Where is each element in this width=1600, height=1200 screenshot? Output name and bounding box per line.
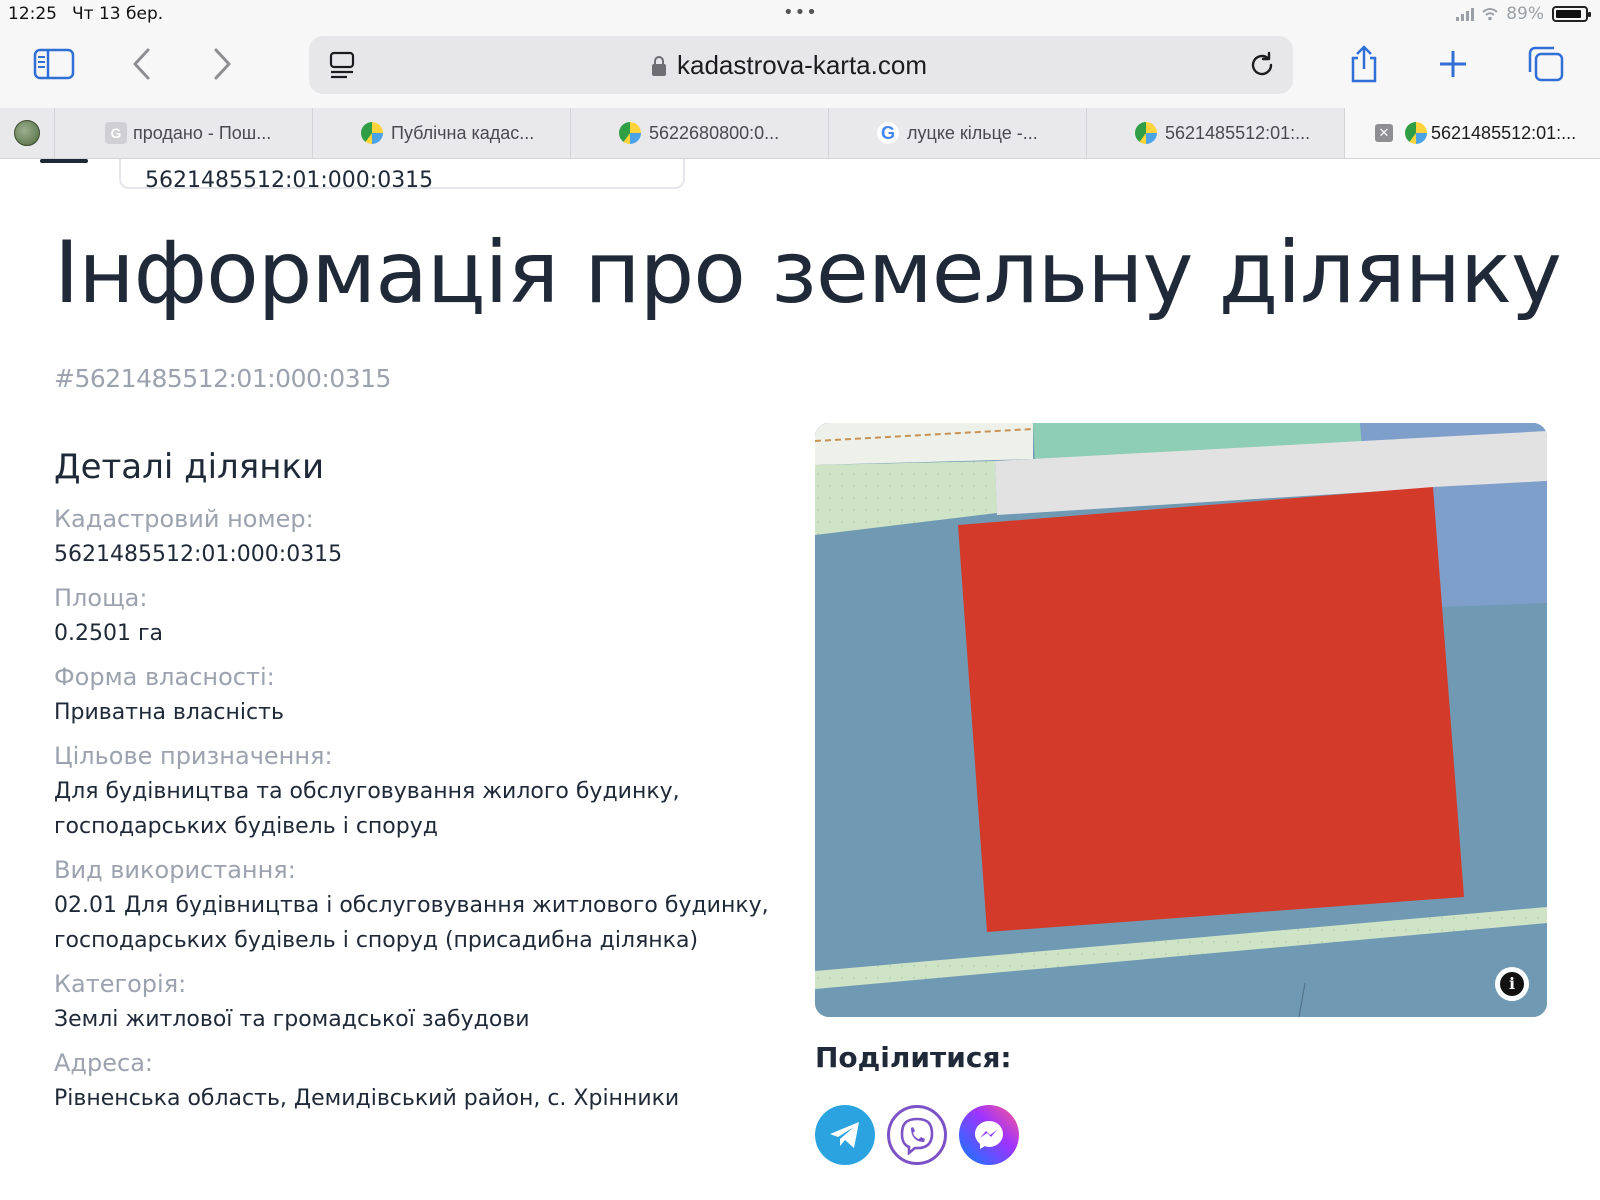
cadastral-hash: #5621485512:01:000:0315: [54, 364, 391, 393]
detail-label: Цільове призначення:: [54, 742, 333, 770]
map-favicon-icon: [619, 122, 641, 144]
tab-1[interactable]: G продано - Пош...: [54, 108, 312, 158]
detail-value: 5621485512:01:000:0315: [54, 542, 343, 567]
tab-title: продано - Пош...: [133, 122, 272, 143]
detail-value: 0.2501 га: [54, 621, 164, 646]
tab-bar: G продано - Пош... Публічна кадас... 562…: [0, 108, 1600, 159]
selected-parcel[interactable]: [958, 487, 1464, 932]
reader-icon[interactable]: [327, 50, 357, 80]
battery-icon: [1552, 6, 1591, 22]
search-input[interactable]: 5621485512:01:000:0315: [119, 159, 685, 193]
tab-title: 5621485512:01:...: [1431, 122, 1577, 143]
map-canvas: [815, 423, 1547, 1017]
viber-share-button[interactable]: [887, 1105, 947, 1165]
tab-title: 5622680800:0...: [649, 122, 780, 143]
detail-value: Рівненська область, Демидівський район, …: [54, 1086, 680, 1111]
details-heading: Деталі ділянки: [54, 447, 325, 487]
signal-icon: [1456, 7, 1475, 21]
tab-title: Публічна кадас...: [391, 122, 535, 143]
browser-toolbar: kadastrova-karta.com: [0, 30, 1600, 108]
detail-label: Вид використання:: [54, 856, 296, 884]
multitasking-dots-icon[interactable]: •••: [783, 2, 818, 23]
url-text: kadastrova-karta.com: [677, 50, 927, 80]
address-bar[interactable]: kadastrova-karta.com: [309, 36, 1293, 94]
battery-percent: 89%: [1506, 4, 1544, 24]
parcel-map[interactable]: i: [815, 423, 1547, 1017]
globe-icon: [14, 120, 40, 146]
tab-title: луцке кільце -...: [907, 122, 1038, 143]
detail-label: Кадастровий номер:: [54, 505, 314, 533]
forward-icon[interactable]: [198, 44, 246, 84]
map-top-area: [815, 423, 1033, 465]
detail-label: Площа:: [54, 584, 148, 612]
search-input-value: 5621485512:01:000:0315: [145, 168, 434, 193]
tab-6-active[interactable]: ✕ 5621485512:01:...: [1344, 108, 1600, 158]
close-tab-icon[interactable]: ✕: [1375, 124, 1393, 142]
map-favicon-icon: [1405, 122, 1427, 144]
detail-value: Приватна власність: [54, 700, 284, 725]
tabs-overview-icon[interactable]: [1522, 44, 1570, 84]
detail-value: Землі житлової та громадської забудови: [54, 1007, 530, 1032]
reload-icon[interactable]: [1247, 50, 1277, 80]
tab-4[interactable]: G луцке кільце -...: [828, 108, 1086, 158]
map-favicon-icon: [361, 122, 383, 144]
tab-title: 5621485512:01:...: [1165, 122, 1311, 143]
new-tab-icon[interactable]: [1429, 44, 1477, 84]
tab-group-icon[interactable]: [0, 108, 54, 158]
messenger-share-button[interactable]: [959, 1105, 1019, 1165]
sidebar-icon[interactable]: [30, 44, 78, 84]
tab-2[interactable]: Публічна кадас...: [312, 108, 570, 158]
detail-label: Форма власності:: [54, 663, 275, 691]
share-icon[interactable]: [1340, 44, 1388, 84]
map-favicon-icon: [1135, 122, 1157, 144]
messenger-icon: [975, 1121, 1003, 1149]
detail-value: 02.01 Для будівництва і обслуговування ж…: [54, 893, 769, 953]
page-title: Інформація про земельну ділянку: [54, 223, 1562, 323]
info-icon: i: [1500, 972, 1524, 996]
menu-icon[interactable]: [40, 159, 88, 163]
lock-icon: [652, 56, 666, 76]
detail-value: Для будівництва та обслуговування жилого…: [54, 779, 680, 839]
wifi-icon: [1482, 8, 1498, 21]
parcel-details: Деталі ділянки Кадастровий номер: 562148…: [54, 447, 774, 1124]
screen: 12:25 Чт 13 бер. ••• 89% kadastrova-kart…: [0, 0, 1600, 1200]
page-content: 5621485512:01:000:0315 Інформація про зе…: [0, 159, 1600, 1200]
gray-g-icon: G: [105, 122, 127, 144]
telegram-icon: [830, 1122, 859, 1148]
google-icon: G: [877, 122, 899, 144]
viber-icon: [900, 1117, 934, 1155]
share-title: Поділитися:: [815, 1041, 1012, 1074]
status-time: 12:25: [8, 4, 57, 24]
status-right: 89%: [1456, 4, 1591, 24]
status-bar: 12:25 Чт 13 бер. ••• 89%: [0, 0, 1600, 30]
share-buttons: [815, 1105, 1019, 1165]
map-blue-parcel-right: [1433, 481, 1547, 607]
back-icon[interactable]: [118, 44, 166, 84]
map-info-button[interactable]: i: [1495, 967, 1529, 1001]
tab-5[interactable]: 5621485512:01:...: [1086, 108, 1344, 158]
status-date: Чт 13 бер.: [72, 4, 164, 24]
tab-3[interactable]: 5622680800:0...: [570, 108, 828, 158]
detail-label: Категорія:: [54, 970, 187, 998]
telegram-share-button[interactable]: [815, 1105, 875, 1165]
detail-label: Адреса:: [54, 1049, 153, 1077]
